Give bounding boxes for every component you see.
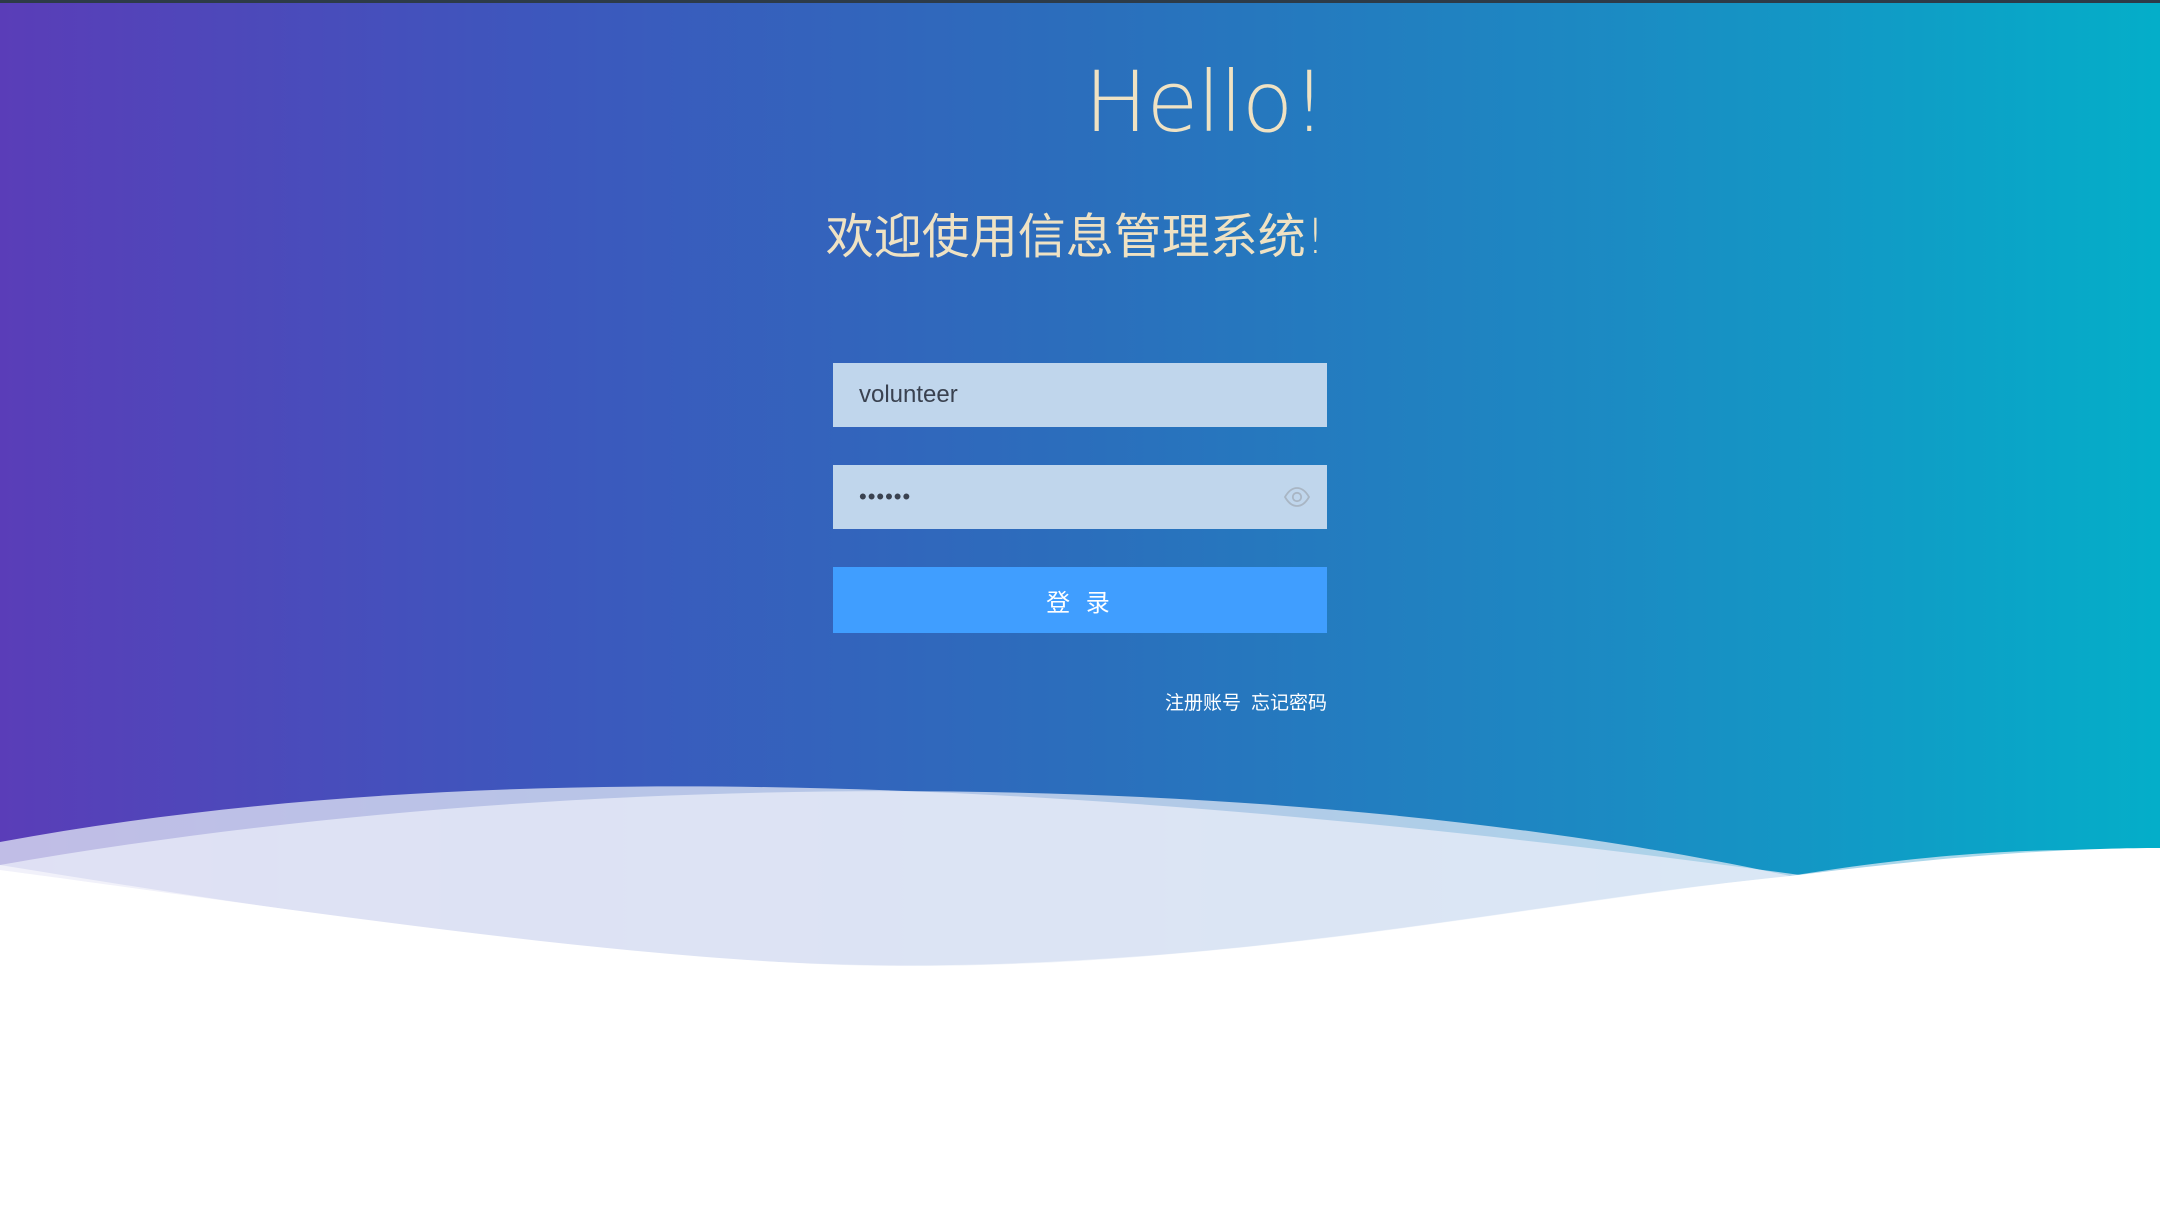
auth-links: 注册账号 忘记密码: [1165, 688, 1327, 715]
eye-icon[interactable]: [1283, 485, 1311, 509]
password-input[interactable]: [833, 465, 1327, 529]
password-field-wrapper: [833, 465, 1327, 529]
greeting-title: Hello!: [1084, 53, 1326, 151]
register-link[interactable]: 注册账号: [1165, 692, 1241, 714]
forgot-password-link[interactable]: 忘记密码: [1251, 692, 1327, 714]
login-button[interactable]: 登 录: [833, 567, 1327, 633]
login-page: Hello! 欢迎使用信息管理系统! 登 录 注册账号忘记密码: [0, 0, 2160, 1214]
top-border: [0, 0, 2160, 3]
welcome-subtitle: 欢迎使用信息管理系统!: [825, 209, 1325, 265]
wave-decoration: [0, 786, 2160, 1214]
username-field-wrapper: [833, 363, 1327, 427]
username-input[interactable]: [833, 363, 1327, 427]
